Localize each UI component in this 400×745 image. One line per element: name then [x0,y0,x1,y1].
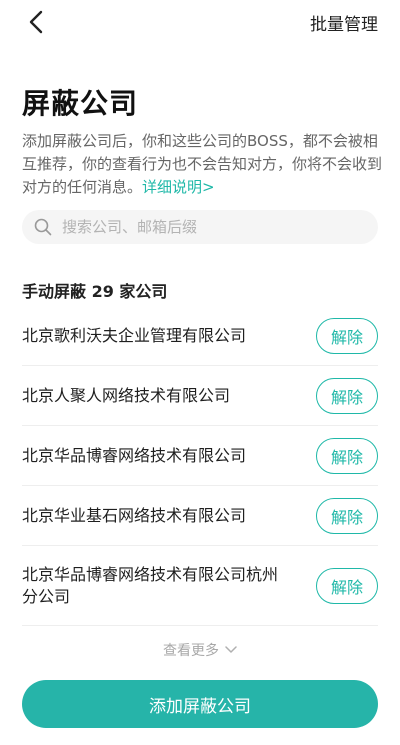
company-name: 北京华品博睿网络技术有限公司杭州分公司 [22,564,279,606]
company-name: 北京人聚人网络技术有限公司 [22,385,231,405]
unblock-button[interactable]: 解除 [316,317,378,354]
back-button[interactable] [22,8,50,36]
list-item: 北京华品博睿网络技术有限公司杭州分公司 解除 [22,546,378,626]
unblock-button[interactable]: 解除 [316,497,378,534]
page-title: 屏蔽公司 [22,87,139,120]
company-name: 北京歌利沃夫企业管理有限公司 [22,325,247,345]
batch-manage-button[interactable]: 批量管理 [310,10,378,35]
list-item: 北京歌利沃夫企业管理有限公司 解除 [22,306,378,366]
unblock-button[interactable]: 解除 [316,437,378,474]
list-item: 北京人聚人网络技术有限公司 解除 [22,366,378,426]
search-input[interactable] [62,218,342,236]
add-blocked-company-button[interactable]: 添加屏蔽公司 [22,680,378,728]
chevron-down-icon [225,646,237,653]
unblock-button[interactable]: 解除 [316,567,378,604]
page-description: 添加屏蔽公司后，你和这些公司的BOSS，都不会被相互推荐，你的查看行为也不会告知… [22,130,382,199]
company-name: 北京华业基石网络技术有限公司 [22,505,247,525]
search-icon [34,218,52,236]
see-more-button[interactable]: 查看更多 [0,640,400,660]
section-title: 手动屏蔽 29 家公司 [22,282,168,301]
see-more-label: 查看更多 [163,643,219,659]
search-bar[interactable] [22,210,378,244]
top-bar: 批量管理 [0,0,400,44]
list-item: 北京华品博睿网络技术有限公司 解除 [22,426,378,486]
company-list: 北京歌利沃夫企业管理有限公司 解除 北京人聚人网络技术有限公司 解除 北京华品博… [22,306,378,626]
detail-link[interactable]: 详细说明> [142,178,215,196]
unblock-button[interactable]: 解除 [316,377,378,414]
chevron-left-icon [29,10,43,34]
list-item: 北京华业基石网络技术有限公司 解除 [22,486,378,546]
company-name: 北京华品博睿网络技术有限公司 [22,445,247,465]
